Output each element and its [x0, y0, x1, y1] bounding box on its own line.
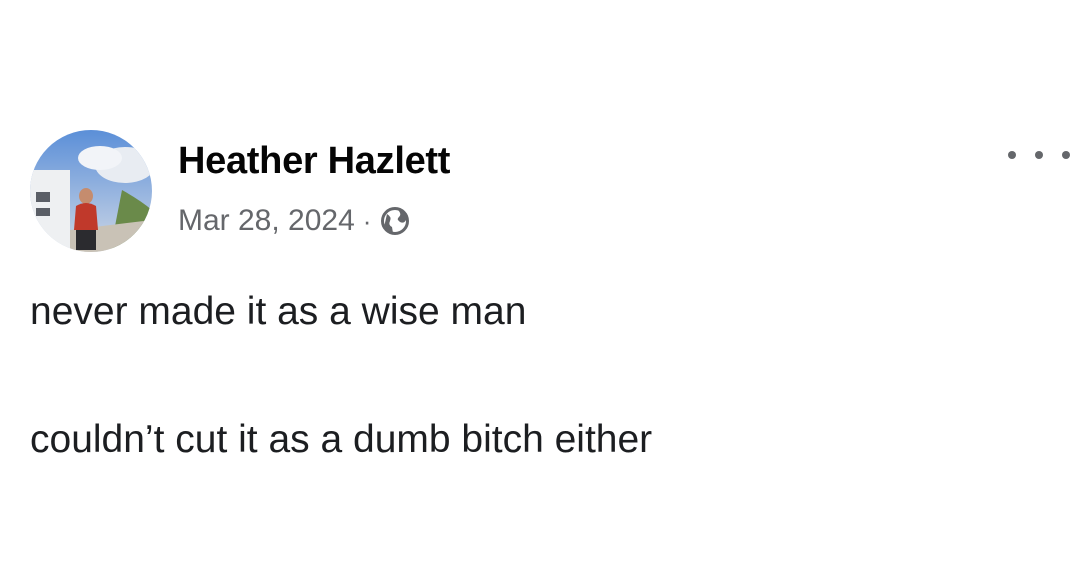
more-dot — [1035, 151, 1043, 159]
post-date[interactable]: Mar 28, 2024 — [178, 204, 355, 238]
meta-separator: · — [362, 205, 372, 236]
post-meta: Mar 28, 2024 · — [178, 203, 411, 239]
globe-icon[interactable] — [379, 205, 411, 237]
post-text-line: couldn’t cut it as a dumb bitch either — [30, 418, 653, 461]
post-text-line: never made it as a wise man — [30, 290, 527, 333]
more-options-icon[interactable] — [1008, 140, 1070, 170]
profile-photo-icon — [30, 130, 152, 252]
more-dot — [1062, 151, 1070, 159]
avatar[interactable] — [30, 130, 152, 252]
author-name[interactable]: Heather Hazlett — [178, 140, 450, 183]
more-dot — [1008, 151, 1016, 159]
post-card: Heather Hazlett Mar 28, 2024 · never mad… — [0, 0, 1073, 573]
